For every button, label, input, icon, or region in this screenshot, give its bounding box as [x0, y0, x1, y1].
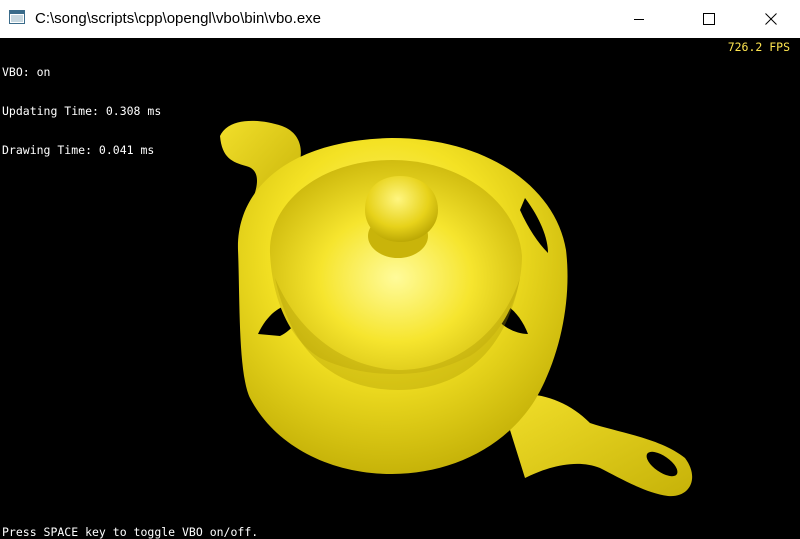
close-button[interactable]: [748, 0, 794, 38]
drawing-time-text: Drawing Time: 0.041 ms: [2, 143, 155, 157]
minimize-button[interactable]: [616, 0, 662, 38]
app-window: C:\song\scripts\cpp\opengl\vbo\bin\vbo.e…: [0, 0, 800, 539]
updating-time-text: Updating Time: 0.308 ms: [2, 104, 162, 118]
console-app-icon: [9, 10, 25, 24]
window-title: C:\song\scripts\cpp\opengl\vbo\bin\vbo.e…: [35, 10, 322, 27]
maximize-button[interactable]: [686, 0, 732, 38]
fps-counter: 726.2 FPS: [727, 40, 790, 54]
hud-stats: VBO: on Updating Time: 0.308 ms Drawing …: [2, 40, 161, 183]
vbo-status-text: VBO: on: [2, 65, 51, 79]
teapot-spout: [500, 394, 693, 497]
close-icon: [765, 13, 777, 25]
maximize-icon: [703, 13, 715, 25]
minimize-icon: [633, 13, 645, 25]
toggle-hint-text: Press SPACE key to toggle VBO on/off.: [2, 525, 259, 539]
opengl-viewport[interactable]: VBO: on Updating Time: 0.308 ms Drawing …: [0, 38, 800, 539]
title-bar[interactable]: C:\song\scripts\cpp\opengl\vbo\bin\vbo.e…: [0, 0, 800, 38]
